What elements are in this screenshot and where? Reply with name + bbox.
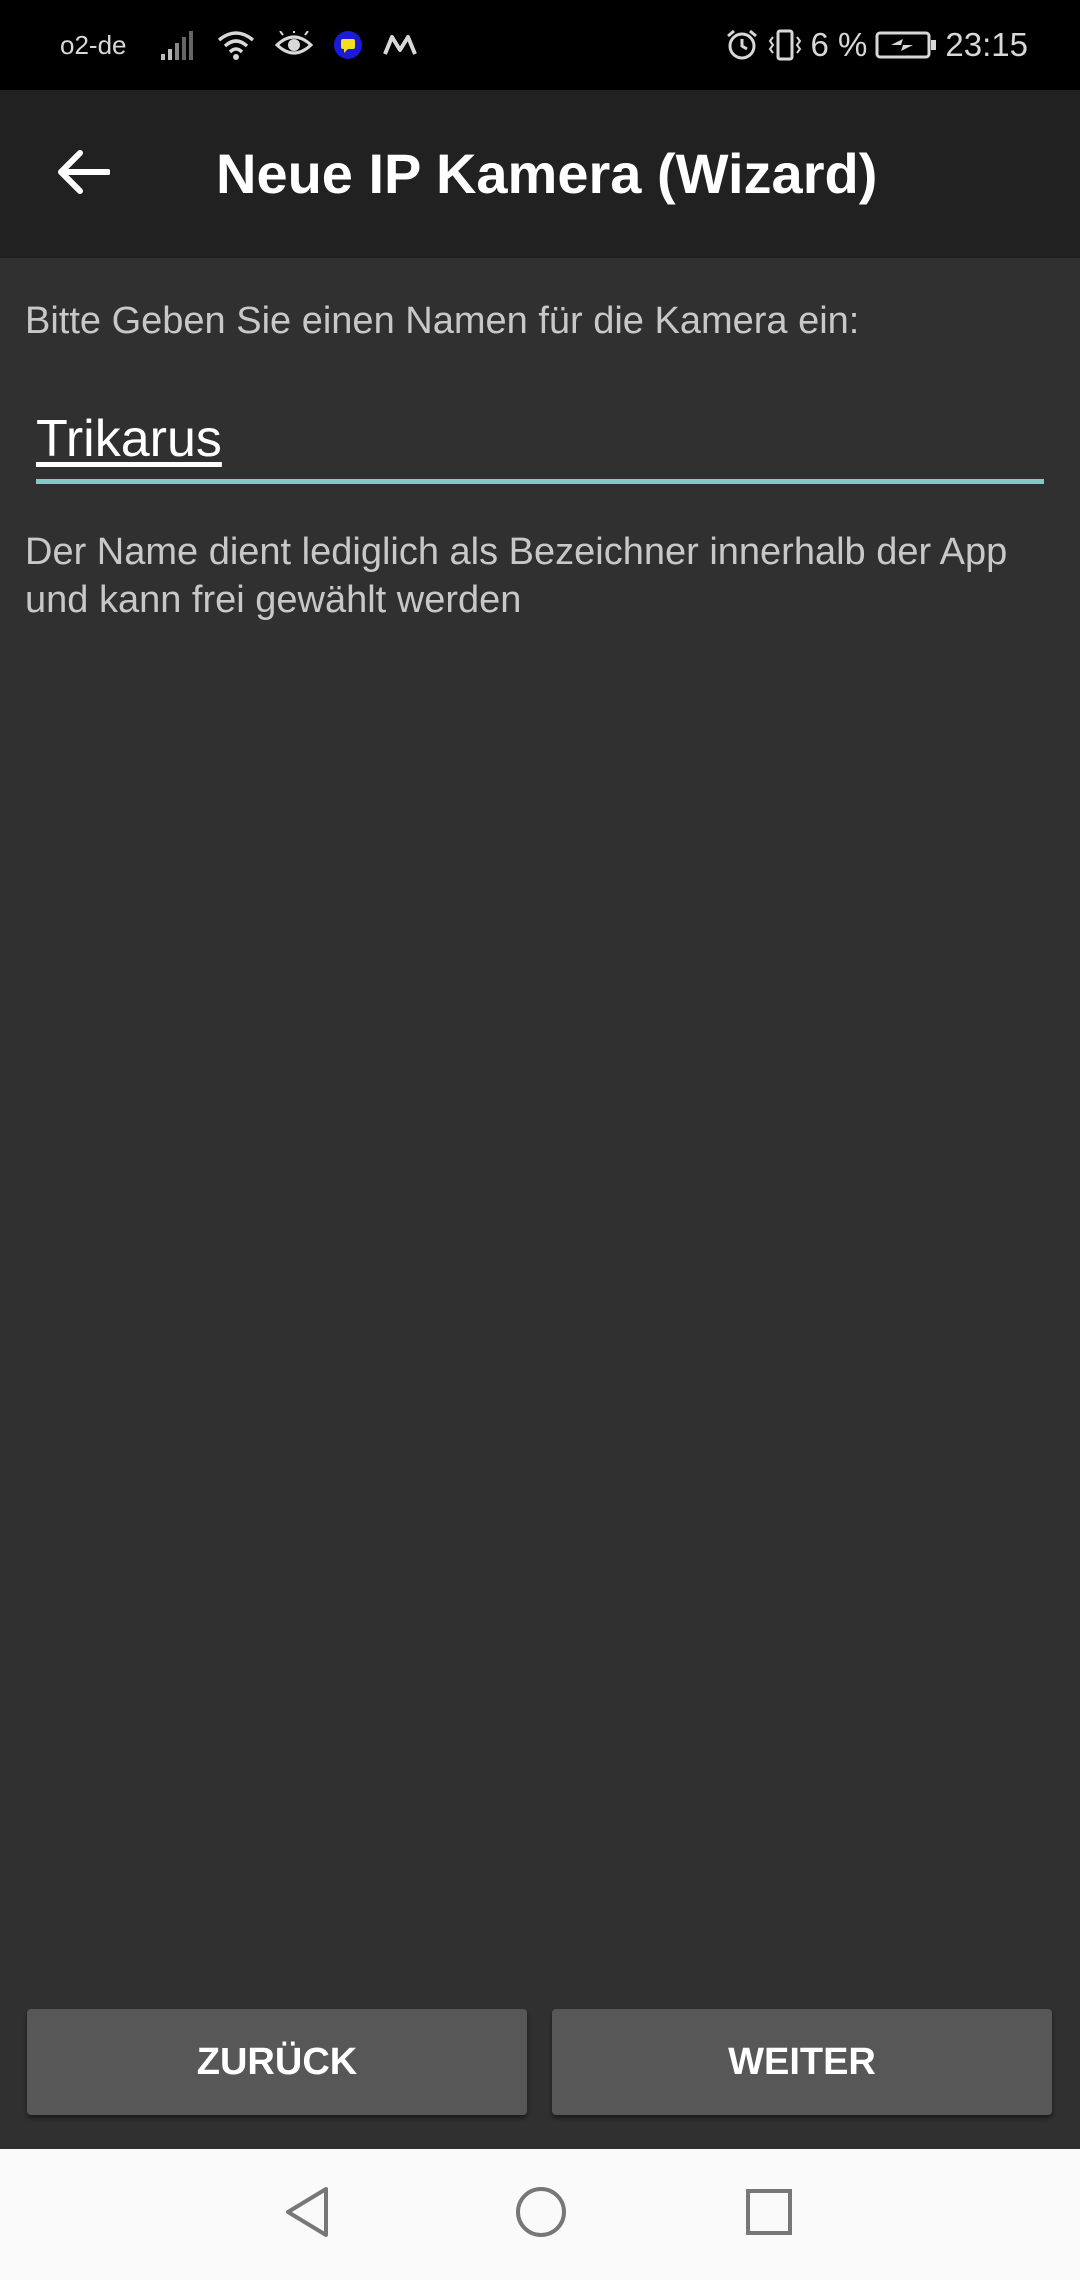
nav-back-icon: [282, 2185, 332, 2244]
eye-icon: [274, 31, 313, 59]
vibrate-icon: [767, 29, 803, 61]
battery-percentage: 6 %: [810, 26, 868, 63]
page-title: Neue IP Kamera (Wizard): [216, 142, 878, 205]
nav-back-button[interactable]: [272, 2179, 342, 2249]
m-app-icon: [382, 34, 417, 56]
status-bar-left: o2-de: [60, 0, 417, 90]
status-bar: o2-de 6 % 23:15: [0, 0, 1080, 90]
chat-app-icon: [333, 30, 363, 60]
signal-icon: [160, 30, 197, 60]
camera-name-input[interactable]: [36, 398, 1044, 484]
nav-recents-icon: [744, 2187, 794, 2242]
nav-home-button[interactable]: [506, 2179, 576, 2249]
back-step-button[interactable]: ZURÜCK: [27, 2009, 527, 2115]
status-bar-right: 6 % 23:15: [725, 0, 1028, 90]
nav-recents-button[interactable]: [734, 2179, 804, 2249]
nav-home-icon: [514, 2185, 568, 2244]
battery-charging-icon: [875, 30, 937, 60]
back-button[interactable]: [50, 134, 118, 214]
wifi-icon: [217, 29, 255, 61]
arrow-left-icon: [58, 149, 111, 199]
clock-time: 23:15: [945, 26, 1028, 63]
carrier-label: o2-de: [60, 29, 127, 60]
next-step-button[interactable]: WEITER: [552, 2009, 1052, 2115]
name-prompt-label: Bitte Geben Sie einen Namen für die Kame…: [25, 300, 860, 342]
alarm-icon: [725, 28, 759, 62]
name-hint-text: Der Name dient lediglich als Bezeichner …: [25, 531, 1008, 621]
system-nav-bar: [0, 2149, 1080, 2280]
